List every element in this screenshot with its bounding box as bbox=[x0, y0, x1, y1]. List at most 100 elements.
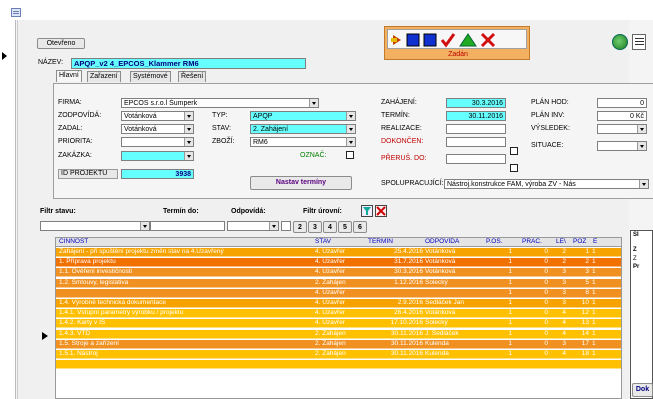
cell-pos: 1 bbox=[508, 299, 512, 306]
cell-odpovida: Solecký bbox=[425, 278, 448, 286]
chevron-down-icon[interactable] bbox=[639, 180, 648, 188]
realizace-field[interactable] bbox=[446, 124, 506, 134]
typ-combo[interactable]: APQP bbox=[250, 111, 356, 121]
globe-icon[interactable] bbox=[612, 34, 628, 50]
filter-clear-icon[interactable] bbox=[375, 205, 387, 217]
chevron-down-icon[interactable] bbox=[269, 222, 278, 230]
table-row[interactable]: 1.5.1. Nástroj 2. Zahájen 30.11.2016 Kulend… bbox=[56, 350, 621, 359]
spolupracujici-combo[interactable]: Nástroj.konstrukce FAM, výroba ZV - Nás bbox=[444, 179, 649, 189]
chevron-down-icon[interactable] bbox=[140, 222, 149, 230]
zahajeni-field[interactable]: 30.3.2016 bbox=[446, 98, 506, 108]
header-pos[interactable]: P.OS. bbox=[486, 238, 503, 246]
cell-e: 1 bbox=[592, 278, 596, 286]
cell-prac: 0 bbox=[544, 319, 548, 327]
zbozi-combo[interactable]: RM6 bbox=[250, 137, 356, 147]
level-input[interactable] bbox=[281, 221, 291, 231]
level-4-button[interactable]: 4 bbox=[323, 221, 337, 233]
chevron-down-icon[interactable] bbox=[637, 142, 646, 150]
level-5-button[interactable]: 5 bbox=[338, 221, 352, 233]
stop-blue-icon[interactable] bbox=[406, 33, 420, 47]
dokument-button[interactable]: Dok bbox=[632, 383, 653, 397]
chevron-down-icon[interactable] bbox=[184, 112, 193, 120]
table-row[interactable]: 1. Příprava projektu 4. Uzavřer 31.7.2016 V… bbox=[56, 258, 621, 268]
header-poz[interactable]: POZ bbox=[573, 238, 586, 246]
dokonceni-field[interactable] bbox=[446, 137, 506, 147]
triangle-green-icon[interactable] bbox=[459, 33, 477, 47]
filtr-urovni-label: Filtr úrovní: bbox=[303, 208, 342, 215]
cell-stav: 4. Uzavřer bbox=[315, 268, 345, 276]
plan-hod-field[interactable]: 0 bbox=[597, 98, 647, 108]
chevron-down-icon[interactable] bbox=[184, 138, 193, 146]
chevron-down-icon[interactable] bbox=[637, 125, 646, 133]
chevron-down-icon[interactable] bbox=[184, 125, 193, 133]
table-row[interactable] bbox=[56, 360, 621, 370]
tab-systemove[interactable]: Systémové bbox=[130, 71, 171, 82]
filtr-stavu-label: Filtr stavu: bbox=[40, 208, 76, 215]
level-6-button[interactable]: 6 bbox=[353, 221, 367, 233]
id-field[interactable]: 3938 bbox=[121, 169, 194, 179]
preruseni-checkbox[interactable] bbox=[510, 164, 518, 172]
cell-cinnost: 1.4.2. Karty v IS bbox=[59, 319, 106, 327]
record-pointer-icon bbox=[2, 52, 7, 60]
level-2-button[interactable]: 2 bbox=[293, 221, 307, 233]
table-row[interactable]: 4. Uzavřer 1 0 3 8 1 bbox=[56, 288, 621, 298]
header-e[interactable]: E bbox=[593, 238, 597, 246]
header-prac[interactable]: PRAC. bbox=[522, 238, 542, 246]
zadal-combo[interactable]: Votánková bbox=[121, 124, 194, 134]
chevron-down-icon[interactable] bbox=[346, 112, 355, 120]
zodpovida-combo[interactable]: Votánková bbox=[121, 111, 194, 121]
dokonceni-checkbox[interactable] bbox=[510, 147, 518, 155]
cell-odpovida: Solecký bbox=[425, 319, 448, 327]
situace-combo[interactable] bbox=[597, 141, 647, 151]
header-odpovida[interactable]: ODPOVÍDÁ bbox=[425, 238, 459, 246]
zakazka-combo[interactable] bbox=[121, 151, 194, 161]
state-button[interactable]: Otevřeno bbox=[37, 38, 85, 49]
cross-red-icon[interactable] bbox=[480, 32, 496, 48]
chevron-down-icon[interactable] bbox=[309, 99, 318, 107]
level-3-button[interactable]: 3 bbox=[308, 221, 322, 233]
table-row[interactable]: 1.1. Ověření investičnosti 4. Uzavřer 30.3… bbox=[56, 268, 621, 278]
table-row[interactable]: 1.4.3. VTD 2. Zahájen 30.11.2016 J. Sedláče… bbox=[56, 329, 621, 339]
odpovida-combo[interactable] bbox=[227, 221, 279, 231]
checkmark-icon[interactable] bbox=[440, 33, 456, 48]
filtr-stavu-combo[interactable] bbox=[40, 221, 150, 231]
preruseni-field[interactable] bbox=[446, 154, 506, 164]
activity-grid: ČINNOST STAV TERMÍN ODPOVÍDÁ P.OS. PRAC.… bbox=[55, 237, 622, 399]
chevron-down-icon[interactable] bbox=[346, 138, 355, 146]
nastav-terminy-button[interactable]: Nastav termíny bbox=[250, 176, 352, 190]
tab-zarazeni[interactable]: Zařazení bbox=[87, 71, 121, 82]
nazev-field[interactable]: APQP_v2 4_EPCOS_Klammer RM6 bbox=[71, 58, 306, 69]
list-icon[interactable] bbox=[632, 34, 646, 50]
termin-do-field[interactable] bbox=[150, 221, 225, 231]
header-cinnost[interactable]: ČINNOST bbox=[59, 238, 88, 246]
table-row[interactable]: Zahájení - při spuštění projektu změn st… bbox=[56, 248, 621, 257]
tab-hlavni[interactable]: Hlavní bbox=[56, 70, 82, 82]
filter-funnel-icon[interactable] bbox=[361, 205, 373, 217]
header-stav[interactable]: STAV bbox=[315, 238, 331, 246]
cell-odpovida: Kulenda bbox=[425, 339, 449, 347]
header-termin[interactable]: TERMÍN bbox=[368, 238, 393, 246]
tab-reseni[interactable]: Řešení bbox=[178, 71, 207, 82]
cell-pos: 1 bbox=[508, 309, 512, 317]
table-row[interactable]: 1.4. Výrobně technická dokumentace 4. Uza… bbox=[56, 299, 621, 308]
stop-blue2-icon[interactable] bbox=[423, 33, 437, 47]
priorita-combo[interactable] bbox=[121, 137, 194, 147]
plan-inv-field[interactable]: 0 Kč bbox=[597, 111, 647, 121]
stav-combo[interactable]: 2. Zahájení bbox=[250, 124, 356, 134]
table-row[interactable]: 1.4.1. Vstupní parametry výrobku / proje… bbox=[56, 309, 621, 319]
oznac-checkbox[interactable] bbox=[346, 151, 354, 159]
chevron-down-icon[interactable] bbox=[184, 152, 193, 160]
header-le[interactable]: LE\ bbox=[556, 238, 566, 246]
vysledek-combo[interactable] bbox=[597, 124, 647, 134]
termin-field[interactable]: 30.11.2016 bbox=[446, 111, 506, 121]
situace-label: SITUACE: bbox=[531, 142, 564, 149]
cell-le: 3 bbox=[562, 268, 566, 276]
record-selector-strip[interactable] bbox=[0, 20, 16, 399]
table-row[interactable]: 1.4.2. Karty v IS 4. Uzavřer 17.10.2016 Sol… bbox=[56, 319, 621, 329]
firma-combo[interactable]: EPCOS s.r.o.l Šumperk bbox=[121, 98, 319, 108]
table-row[interactable]: 1.2. Smlouvy, legislativa 2. Zahájen 1.12.… bbox=[56, 278, 621, 288]
table-row[interactable]: 1.5. Stroje a zařízení 2. Zahájen 30.11.20… bbox=[56, 339, 621, 349]
chevron-down-icon[interactable] bbox=[346, 125, 355, 133]
cell-stav: 4. Uzavřer bbox=[315, 319, 345, 327]
forward-icon[interactable] bbox=[391, 35, 401, 45]
